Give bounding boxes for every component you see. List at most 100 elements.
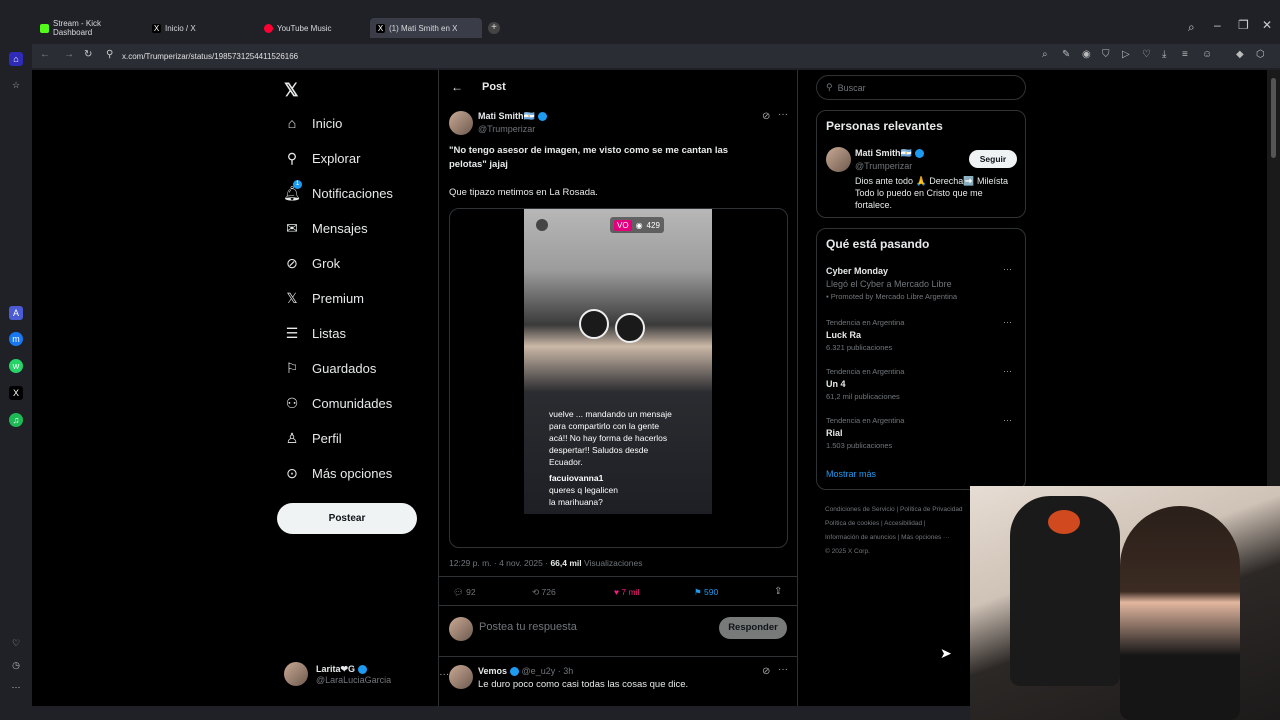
more-icon[interactable]: ⋯ (9, 680, 23, 694)
whatsapp-icon[interactable]: w (9, 359, 23, 373)
maximize-button[interactable]: ❐ (1238, 18, 1249, 32)
play-icon[interactable]: ▷ (1122, 49, 1130, 60)
footer-link[interactable]: Más opciones ··· (901, 534, 949, 541)
pin-icon[interactable]: ☆ (9, 78, 23, 92)
tab-mati-smith[interactable]: X (1) Mati Smith en X (370, 18, 482, 38)
nav-item-premium[interactable]: 𝕏 Premium (284, 290, 364, 306)
heart-icon[interactable]: ♡ (9, 636, 23, 650)
trend-item[interactable]: Tendencia en Argentina Luck Ra 6.321 pub… (826, 318, 1016, 352)
more-icon[interactable]: ··· (1003, 366, 1012, 376)
page-title: Post (482, 81, 506, 93)
menu-icon[interactable]: ≡ (1182, 49, 1188, 60)
repost-count[interactable]: ⟲ 726 (532, 587, 556, 598)
nav-item-explorar[interactable]: ⚲ Explorar (284, 150, 361, 166)
site-info-icon[interactable]: ⚲ (106, 49, 113, 60)
show-more-link[interactable]: Mostrar más (826, 469, 876, 479)
x-logo-icon[interactable]: 𝕏 (284, 80, 299, 101)
camera-icon[interactable]: ◉ (1082, 49, 1091, 60)
mail-icon: ✉ (286, 219, 298, 236)
bookmark-icon: ⚐ (285, 359, 299, 376)
profile-icon[interactable]: ☺ (1202, 49, 1212, 60)
tab-kick[interactable]: Stream - Kick Dashboard (34, 18, 146, 38)
new-tab-button[interactable]: + (488, 22, 500, 34)
home-icon[interactable]: ⌂ (9, 52, 23, 66)
author-handle[interactable]: @Trumperizar (478, 124, 535, 134)
back-icon[interactable]: ← (40, 49, 50, 60)
caption-line: acá!! No hay forma de hacerlos (549, 433, 668, 443)
author-avatar[interactable] (449, 111, 473, 135)
nav-item-guardados[interactable]: ⚐ Guardados (284, 359, 377, 376)
url-field[interactable]: x.com/Trumperizar/status/198573125441152… (122, 52, 298, 61)
person-name: Mati Smith🇦🇷 (855, 148, 912, 158)
reply-count[interactable]: 💬︎ 92 (453, 587, 476, 598)
tab-inicio-x[interactable]: X Inicio / X (146, 18, 258, 38)
reload-icon[interactable]: ↻ (84, 49, 92, 60)
trend-item[interactable]: Tendencia en Argentina Un 4 61,2 mil pub… (826, 367, 1016, 401)
reply-author[interactable]: Vemos @e_u2y · 3h (478, 666, 573, 677)
avatar[interactable] (826, 147, 851, 172)
share-icon[interactable]: ⇪ (774, 586, 782, 597)
comment-line: la marihuana? (549, 497, 603, 507)
more-icon[interactable]: ··· (1003, 415, 1012, 425)
post-text-2: Que tipazo metimos en La Rosada. (449, 187, 598, 198)
more-icon[interactable]: ··· (778, 109, 788, 120)
nav-item-grok[interactable]: ⊘ Grok (284, 255, 340, 271)
like-count[interactable]: ♥ 7 mil (614, 587, 639, 597)
spotify-icon[interactable]: ♫ (9, 413, 23, 427)
video-frame: VO ◉ 429 vuelve ... mandando un mensaje p… (524, 209, 712, 514)
tab-youtube-music[interactable]: YouTube Music (258, 18, 370, 38)
follow-button[interactable]: Seguir (969, 150, 1017, 168)
extension-icon[interactable]: ◆ (1236, 49, 1244, 60)
person-name-row[interactable]: Mati Smith🇦🇷 (855, 148, 924, 159)
app-icon[interactable]: A (9, 306, 23, 320)
scrollbar-thumb[interactable] (1271, 78, 1276, 158)
nav-item-perfil[interactable]: ♙ Perfil (284, 430, 342, 446)
footer-link[interactable]: Condiciones de Servicio (825, 506, 895, 513)
avatar (449, 617, 473, 641)
caption-line: Ecuador. (549, 457, 583, 467)
search-icon[interactable]: ⌕ (1042, 49, 1048, 60)
nav-item-inicio[interactable]: ⌂ Inicio (284, 115, 343, 131)
close-window-button[interactable]: ✕ (1262, 18, 1272, 32)
x-app-icon[interactable]: X (9, 386, 23, 400)
more-icon[interactable]: ··· (1003, 264, 1012, 274)
video-player[interactable]: VO ◉ 429 vuelve ... mandando un mensaje p… (449, 208, 788, 548)
download-icon[interactable]: ⤓ (1162, 49, 1166, 60)
trend-item[interactable]: Tendencia en Argentina Rial 1.503 public… (826, 416, 1016, 450)
grok-icon[interactable]: ⊘ (762, 666, 770, 677)
footer-link[interactable]: Accesibilidad (884, 520, 922, 527)
search-tabs-icon[interactable]: ⌕ (1188, 20, 1195, 35)
account-switcher[interactable]: Larita❤G @LaraLuciaGarcia ··· (284, 662, 449, 686)
more-icon[interactable]: ··· (1003, 317, 1012, 327)
trend-item[interactable]: Cyber Monday Llegó el Cyber a Mercado Li… (826, 266, 1016, 301)
nav-item-listas[interactable]: ☰ Listas (284, 325, 346, 341)
grok-icon[interactable]: ⊘ (762, 111, 770, 122)
minimize-button[interactable]: – (1214, 18, 1221, 32)
search-input[interactable]: Buscar (838, 83, 866, 93)
reply-input[interactable]: Postea tu respuesta (479, 621, 577, 633)
box-icon[interactable]: ⬡ (1256, 49, 1265, 60)
main-column: ← Post Mati Smith🇦🇷 @Trumperizar ⊘ ··· "… (438, 70, 798, 706)
author-name-row[interactable]: Mati Smith🇦🇷 (478, 111, 547, 122)
shield-icon[interactable]: ⛉ (1102, 49, 1110, 60)
post-button[interactable]: Postear (277, 503, 417, 534)
nav-item-mas-opciones[interactable]: ⊙ Más opciones (284, 465, 392, 481)
footer-link[interactable]: Política de cookies (825, 520, 879, 527)
bookmark-count[interactable]: ⚑ 590 (694, 587, 718, 598)
nav-item-mensajes[interactable]: ✉ Mensajes (284, 220, 368, 236)
footer-link[interactable]: Información de anuncios (825, 534, 896, 541)
trend-title: Un 4 (826, 379, 846, 389)
back-arrow-icon[interactable]: ← (451, 80, 463, 94)
history-icon[interactable]: ◷ (9, 658, 23, 672)
footer-link[interactable]: Política de Privacidad (900, 506, 963, 513)
edit-icon[interactable]: ✎ (1062, 49, 1070, 60)
reply-avatar[interactable] (449, 665, 473, 689)
forward-icon[interactable]: → (64, 49, 74, 60)
more-icon[interactable]: ··· (778, 664, 788, 675)
nav-item-notificaciones[interactable]: 🔔︎ 1 Notificaciones (283, 180, 393, 201)
reply-button[interactable]: Responder (719, 617, 787, 639)
nav-item-comunidades[interactable]: ⚇ Comunidades (284, 395, 393, 411)
heart-icon[interactable]: ♡ (1142, 49, 1151, 60)
messenger-icon[interactable]: m (9, 332, 23, 346)
search-box[interactable]: ⚲ Buscar (816, 75, 1026, 100)
